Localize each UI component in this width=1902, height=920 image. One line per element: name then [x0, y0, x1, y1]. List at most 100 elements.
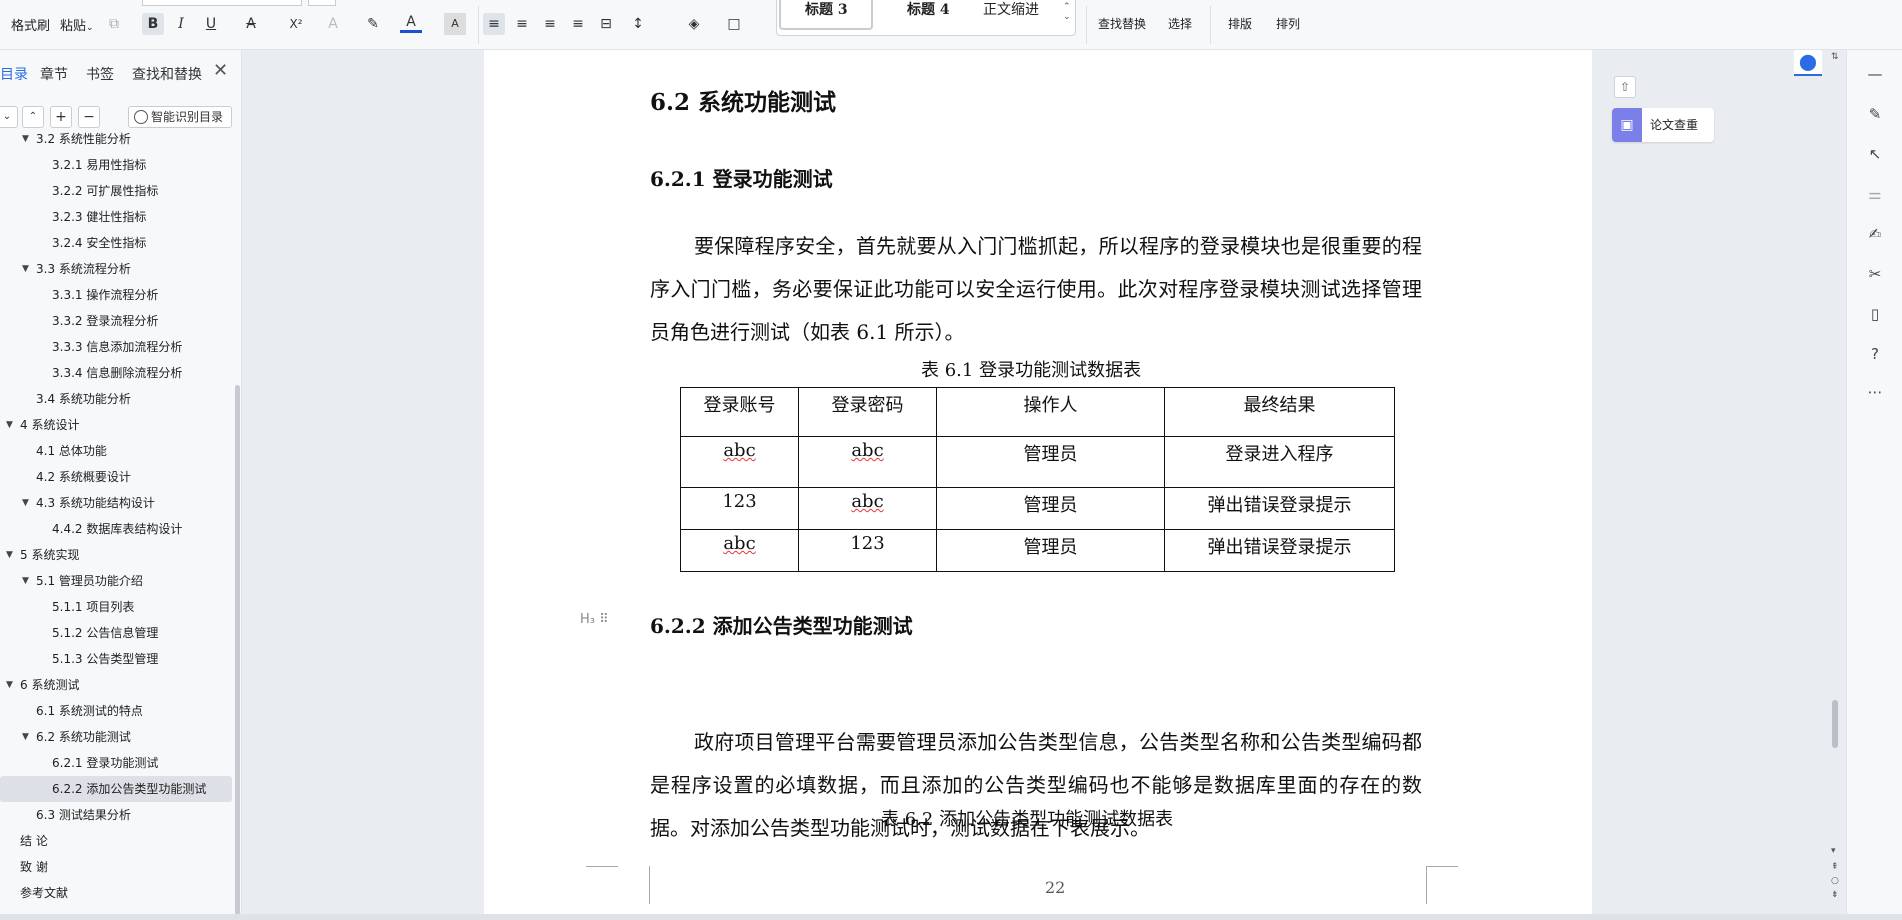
- toc-item[interactable]: 4.4.2 数据库表结构设计: [0, 516, 238, 542]
- toc-scrollbar[interactable]: [235, 385, 240, 915]
- expand-arrow-icon[interactable]: ▼: [22, 724, 29, 750]
- toc-item[interactable]: ▼ 5.1 管理员功能介绍: [0, 568, 238, 594]
- cursor-icon[interactable]: ↖: [1865, 144, 1885, 164]
- expand-arrow-icon[interactable]: ▼: [22, 256, 29, 282]
- line-spacing-icon[interactable]: ↕: [627, 13, 649, 35]
- toc-item[interactable]: 5.1.2 公告信息管理: [0, 620, 238, 646]
- font-name-box[interactable]: [142, 0, 302, 6]
- toc-item[interactable]: 3.2.2 可扩展性指标: [0, 178, 238, 204]
- add-heading-icon[interactable]: +: [50, 106, 72, 128]
- style-gallery-more-icon[interactable]: ⌃ ⌄: [1063, 2, 1071, 22]
- find-replace-button[interactable]: 查找替换: [1098, 15, 1146, 32]
- toc-item[interactable]: ▼ 6 系统测试: [0, 672, 238, 698]
- bold-button[interactable]: B: [142, 13, 164, 35]
- expand-arrow-icon[interactable]: ▼: [22, 126, 29, 152]
- toc-item[interactable]: 3.2.3 健壮性指标: [0, 204, 238, 230]
- superscript-button[interactable]: X²: [282, 13, 310, 35]
- collapse-panel-icon[interactable]: ⇧: [1614, 76, 1636, 98]
- distributed-align-icon[interactable]: ⊟: [595, 13, 617, 35]
- scroll-down-icon[interactable]: ▾: [1831, 846, 1836, 856]
- tab-find-replace[interactable]: 查找和替换: [132, 64, 202, 84]
- select-browse-icon[interactable]: ○: [1831, 876, 1839, 886]
- help-icon[interactable]: ?: [1865, 344, 1885, 364]
- toc-item[interactable]: 3.3.4 信息删除流程分析: [0, 360, 238, 386]
- align-right-icon[interactable]: ≡: [539, 13, 561, 35]
- tab-bookmarks[interactable]: 书签: [86, 64, 114, 84]
- style-heading-4[interactable]: 标题 4: [883, 0, 977, 30]
- expand-arrow-icon[interactable]: ▼: [6, 412, 13, 438]
- tab-toc[interactable]: 目录: [0, 64, 28, 84]
- toc-item[interactable]: 3.3.2 登录流程分析: [0, 308, 238, 334]
- toc-item[interactable]: 6.2.2 添加公告类型功能测试: [0, 776, 232, 802]
- copy-icon[interactable]: ⧉: [103, 13, 125, 35]
- char-shading-icon[interactable]: A: [444, 13, 466, 35]
- tab-chapters[interactable]: 章节: [40, 64, 68, 84]
- toc-item[interactable]: 3.2.1 易用性指标: [0, 152, 238, 178]
- font-color-icon[interactable]: A: [400, 13, 422, 33]
- prev-page-icon[interactable]: ⇞: [1831, 862, 1839, 872]
- arrange-button[interactable]: 排列: [1276, 15, 1300, 32]
- more-icon[interactable]: ⋯: [1865, 382, 1885, 402]
- scrollbar-thumb[interactable]: [1832, 700, 1838, 748]
- close-icon[interactable]: ✕: [213, 60, 228, 81]
- toc-item[interactable]: ▼ 4 系统设计: [0, 412, 238, 438]
- text-effect-icon[interactable]: A: [322, 13, 344, 35]
- toc-item[interactable]: 结 论: [0, 828, 238, 854]
- shading-icon[interactable]: ◈: [683, 13, 705, 35]
- next-page-icon[interactable]: ⇟: [1831, 890, 1839, 900]
- toc-item[interactable]: 3.4 系统功能分析: [0, 386, 238, 412]
- select-button[interactable]: 选择: [1168, 15, 1192, 32]
- location-pin-icon[interactable]: ⬤: [1794, 50, 1822, 76]
- toc-item[interactable]: 6.2.1 登录功能测试: [0, 750, 238, 776]
- toc-item[interactable]: ▼ 3.3 系统流程分析: [0, 256, 238, 282]
- paste-button[interactable]: 粘贴⌄: [60, 15, 94, 34]
- expand-arrow-icon[interactable]: ▼: [22, 490, 29, 516]
- toc-item[interactable]: 3.2.4 安全性指标: [0, 230, 238, 256]
- thesis-check-button[interactable]: ▣ 论文查重: [1612, 108, 1714, 142]
- toc-item[interactable]: 6.3 测试结果分析: [0, 802, 238, 828]
- toc-item[interactable]: 参考文献: [0, 880, 238, 906]
- collapse-all-icon[interactable]: ⌄: [0, 106, 18, 128]
- right-side-area: ⇧ ▣ 论文查重 ⬤: [1592, 50, 1846, 920]
- toc-item[interactable]: 3.3.1 操作流程分析: [0, 282, 238, 308]
- toc-item[interactable]: ▼ 3.2 系统性能分析: [0, 126, 238, 152]
- document-scrollbar[interactable]: ⇅ ▾ ⇞ ○ ⇟: [1829, 50, 1843, 920]
- strikethrough-button[interactable]: A: [240, 13, 262, 35]
- italic-button[interactable]: I: [170, 13, 192, 35]
- toc-item[interactable]: 4.2 系统概要设计: [0, 464, 238, 490]
- border-icon[interactable]: □: [723, 13, 745, 35]
- remove-heading-icon[interactable]: −: [78, 106, 100, 128]
- align-left-icon[interactable]: ≡: [483, 13, 505, 35]
- book-icon[interactable]: ▯: [1865, 304, 1885, 324]
- toc-item[interactable]: 6.1 系统测试的特点: [0, 698, 238, 724]
- align-center-icon[interactable]: ≡: [511, 13, 533, 35]
- underline-button[interactable]: U: [200, 13, 222, 35]
- justify-icon[interactable]: ≡: [567, 13, 589, 35]
- tools-icon[interactable]: ✂: [1865, 264, 1885, 284]
- toc-item[interactable]: 致 谢: [0, 854, 238, 880]
- expand-arrow-icon[interactable]: ▼: [6, 542, 13, 568]
- style-heading-3[interactable]: 标题 3: [779, 0, 873, 30]
- format-painter-button[interactable]: 格式刷: [11, 15, 50, 34]
- layout-button[interactable]: 排版: [1228, 15, 1252, 32]
- pen-icon[interactable]: ✎: [1865, 104, 1885, 124]
- heading-drag-handle-icon[interactable]: H₃ ⠿: [580, 612, 609, 627]
- expand-arrow-icon[interactable]: ▼: [22, 568, 29, 594]
- toc-item[interactable]: 5.1.3 公告类型管理: [0, 646, 238, 672]
- font-size-box[interactable]: [308, 0, 336, 6]
- toc-item[interactable]: 5.1.1 项目列表: [0, 594, 238, 620]
- move-up-icon[interactable]: ⌃: [22, 106, 44, 128]
- toc-item[interactable]: ▼ 4.3 系统功能结构设计: [0, 490, 238, 516]
- scroll-top-icon[interactable]: ⇅: [1831, 52, 1839, 62]
- toc-item[interactable]: ▼ 6.2 系统功能测试: [0, 724, 238, 750]
- signature-icon[interactable]: ✍: [1865, 224, 1885, 244]
- toc-item[interactable]: 4.1 总体功能: [0, 438, 238, 464]
- toc-item[interactable]: 3.3.3 信息添加流程分析: [0, 334, 238, 360]
- minimize-panel-icon[interactable]: —: [1865, 64, 1885, 84]
- style-body-indent[interactable]: 正文缩进: [983, 0, 1039, 20]
- ai-toc-button[interactable]: 智能识别目录: [128, 106, 232, 128]
- adjust-icon[interactable]: ⚌: [1865, 184, 1885, 204]
- highlight-icon[interactable]: ✎: [362, 13, 384, 35]
- expand-arrow-icon[interactable]: ▼: [6, 672, 13, 698]
- toc-item[interactable]: ▼ 5 系统实现: [0, 542, 238, 568]
